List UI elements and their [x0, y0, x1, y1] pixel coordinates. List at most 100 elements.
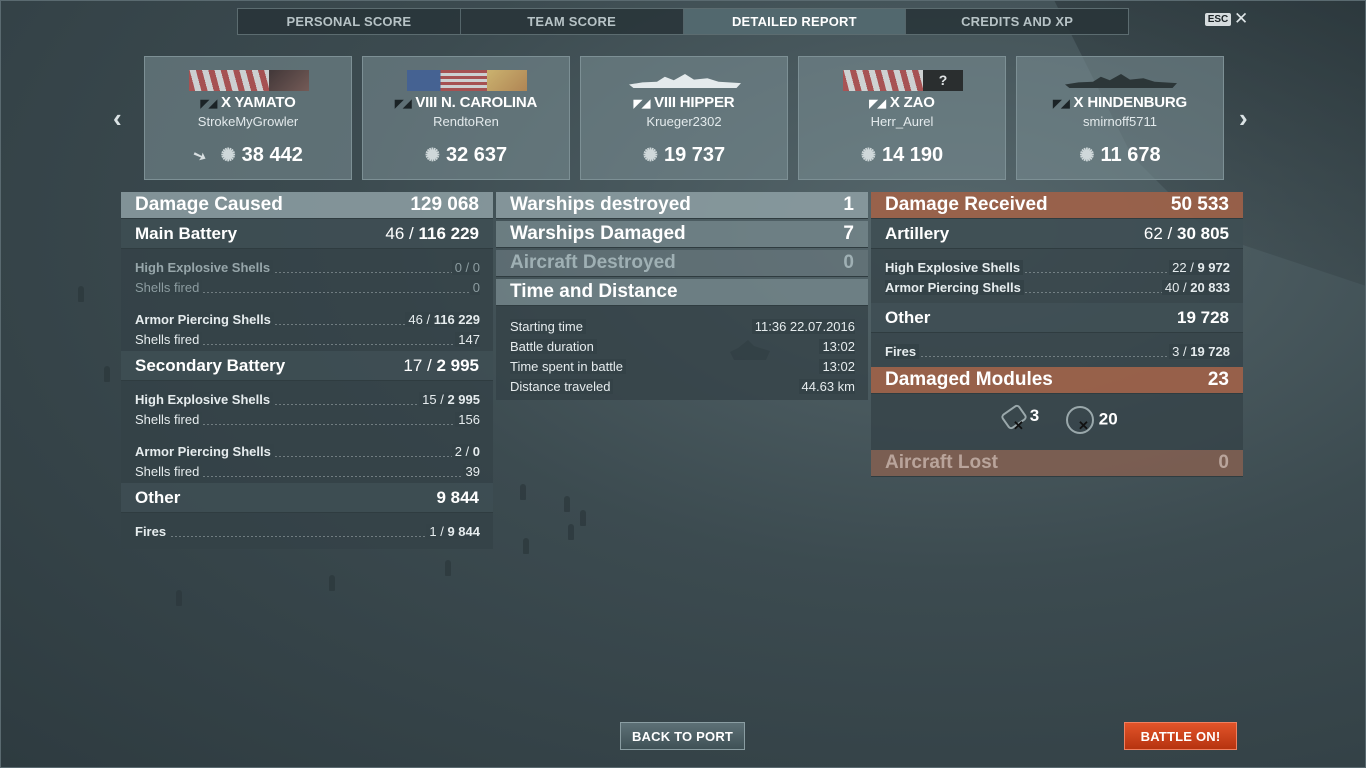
other-received-header: Other 19 728	[871, 303, 1243, 333]
ship-name: ◤◢ X YAMATO	[200, 94, 296, 111]
player-card[interactable]: ◤◢ VIII HIPPER Krueger2302 ✺ 19 737	[580, 56, 788, 180]
back-to-port-button[interactable]: BACK TO PORT	[620, 722, 745, 750]
damage-received-panel: Damage Received 50 533 Artillery 62 / 30…	[871, 192, 1243, 477]
stat-row: Time spent in battle 13:02	[510, 359, 855, 374]
ship-silhouette-icon	[629, 74, 741, 88]
japan-flag-banner	[189, 70, 309, 91]
stat-row: Armor Piercing Shells 40 / 20 833	[885, 275, 1230, 295]
other-damage-header: Other 9 844	[121, 483, 493, 513]
japan-flag-banner: ?	[843, 70, 963, 91]
damage-score: ✺ 14 190	[860, 144, 944, 166]
stat-row: Shells fired 39	[135, 459, 480, 479]
battleship-class-icon: ◤◢	[394, 98, 412, 110]
player-name: StrokeMyGrowler	[197, 114, 299, 129]
warships-destroyed-header: Warships destroyed 1	[496, 192, 868, 219]
secondary-battery-header: Secondary Battery 17 / 2 995	[121, 351, 493, 381]
ship-name: ◤◢ VIII N. CAROLINA	[394, 94, 538, 111]
other-received-details: Fires 3 / 19 728	[871, 333, 1243, 367]
stat-row: High Explosive Shells 15 / 2 995	[135, 387, 480, 407]
usa-flag-banner	[407, 70, 527, 91]
player-card[interactable]: ◤◢ X HINDENBURG smirnoff5711 ✺ 11 678	[1016, 56, 1224, 180]
background-buoy	[580, 510, 586, 526]
cruiser-class-icon: ◤◢	[633, 98, 651, 110]
torpedo-icon: ➘	[190, 146, 210, 167]
main-battery-header: Main Battery 46 / 116 229	[121, 219, 493, 249]
aircraft-destroyed-header: Aircraft Destroyed 0	[496, 250, 868, 277]
main-battery-value: 46 / 116 229	[385, 223, 479, 243]
stat-row: High Explosive Shells 0 / 0	[135, 255, 480, 275]
background-buoy	[564, 496, 570, 512]
battleship-class-icon: ◤◢	[200, 98, 217, 110]
stat-row: Battle duration 13:02	[510, 339, 855, 354]
tab-detailed-report[interactable]: DETAILED REPORT	[683, 9, 907, 34]
background-buoy	[78, 286, 84, 302]
background-buoy	[104, 366, 110, 382]
prev-arrow-icon[interactable]: ‹	[113, 105, 122, 131]
tab-personal-score[interactable]: PERSONAL SCORE	[238, 9, 461, 34]
stat-row: Starting time 11:36 22.07.2016	[510, 319, 855, 334]
main-battery-label: Main Battery	[135, 223, 238, 243]
damaged-modules-body: ✕ 3 ✕ 20	[871, 394, 1243, 450]
damage-caused-value: 129 068	[410, 194, 479, 215]
artillery-details: High Explosive Shells 22 / 9 972 Armor Pi…	[871, 249, 1243, 303]
stat-row: Armor Piercing Shells 2 / 0	[135, 439, 480, 459]
stat-row: Fires 1 / 9 844	[135, 519, 480, 539]
stat-row: Distance traveled 44.63 km	[510, 379, 855, 394]
player-name: Krueger2302	[646, 114, 722, 129]
secondary-battery-value: 17 / 2 995	[403, 355, 479, 375]
player-card[interactable]: ? ◤◢ X ZAO Herr_Aurel ✺ 14 190	[798, 56, 1006, 180]
esc-key-hint: ESC	[1205, 13, 1231, 26]
close-icon[interactable]: ✕	[1234, 9, 1248, 29]
damage-score: ✺ 32 637	[424, 144, 508, 166]
commander-portrait: ?	[923, 70, 963, 91]
player-name: RendtoRen	[433, 114, 499, 129]
ship-name: ◤◢ VIII HIPPER	[633, 94, 735, 111]
damage-caused-label: Damage Caused	[135, 194, 283, 215]
ship-name: ◤◢ X HINDENBURG	[1053, 94, 1187, 111]
damage-caused-header: Damage Caused 129 068	[121, 192, 493, 219]
cruiser-class-icon: ◤◢	[1053, 98, 1070, 110]
ship-name: ◤◢ X ZAO	[869, 94, 935, 111]
tab-team-score[interactable]: TEAM SCORE	[461, 9, 684, 34]
background-buoy	[329, 575, 335, 591]
background-buoy	[176, 590, 182, 606]
damage-burst-icon: ✺	[860, 145, 876, 165]
ship-silhouette-icon	[1065, 74, 1177, 88]
engine-module-count: ✕ 20	[1066, 406, 1118, 434]
secondary-battery-label: Secondary Battery	[135, 355, 286, 375]
tab-credits-and-xp[interactable]: CREDITS AND XP	[906, 9, 1128, 34]
stat-row: Shells fired 147	[135, 327, 480, 347]
damage-caused-panel: Damage Caused 129 068 Main Battery 46 / …	[121, 192, 493, 549]
background-buoy	[445, 560, 451, 576]
background-buoy	[520, 484, 526, 500]
player-card[interactable]: ◤◢ VIII N. CAROLINA RendtoRen ✺ 32 637	[362, 56, 570, 180]
time-distance-details: Starting time 11:36 22.07.2016 Battle dur…	[496, 306, 868, 400]
artillery-header: Artillery 62 / 30 805	[871, 219, 1243, 249]
secondary-battery-details: High Explosive Shells 15 / 2 995 Shells f…	[121, 381, 493, 483]
stat-row: High Explosive Shells 22 / 9 972	[885, 255, 1230, 275]
damage-score: ✺ 11 678	[1079, 144, 1161, 166]
cruiser-class-icon: ◤◢	[869, 98, 886, 110]
damage-score: ✺ 19 737	[642, 144, 726, 166]
other-damage-label: Other	[135, 487, 181, 507]
turret-module-count: ✕ 3	[999, 402, 1039, 433]
stat-row: Shells fired 0	[135, 275, 480, 295]
damage-score: ➘ ✺ 38 442	[190, 144, 303, 167]
damage-received-header: Damage Received 50 533	[871, 192, 1243, 219]
battle-summary-panel: Warships destroyed 1 Warships Damaged 7 …	[496, 192, 868, 400]
player-card[interactable]: ◤◢ X YAMATO StrokeMyGrowler ➘ ✺ 38 442	[144, 56, 352, 180]
commander-portrait	[269, 70, 309, 91]
stat-row: Armor Piercing Shells 46 / 116 229	[135, 307, 480, 327]
damage-burst-icon: ✺	[1079, 145, 1095, 165]
background-buoy	[568, 524, 574, 540]
battle-on-button[interactable]: BATTLE ON!	[1124, 722, 1237, 750]
stat-row: Shells fired 156	[135, 407, 480, 427]
next-arrow-icon[interactable]: ›	[1239, 105, 1248, 131]
damage-burst-icon: ✺	[424, 145, 440, 165]
other-damage-value: 9 844	[436, 487, 479, 507]
aircraft-lost-header: Aircraft Lost 0	[871, 450, 1243, 477]
main-battery-details: High Explosive Shells 0 / 0 Shells fired 0…	[121, 249, 493, 351]
damage-burst-icon: ✺	[642, 145, 658, 165]
time-distance-header: Time and Distance	[496, 279, 868, 306]
stat-row: Fires 3 / 19 728	[885, 339, 1230, 359]
